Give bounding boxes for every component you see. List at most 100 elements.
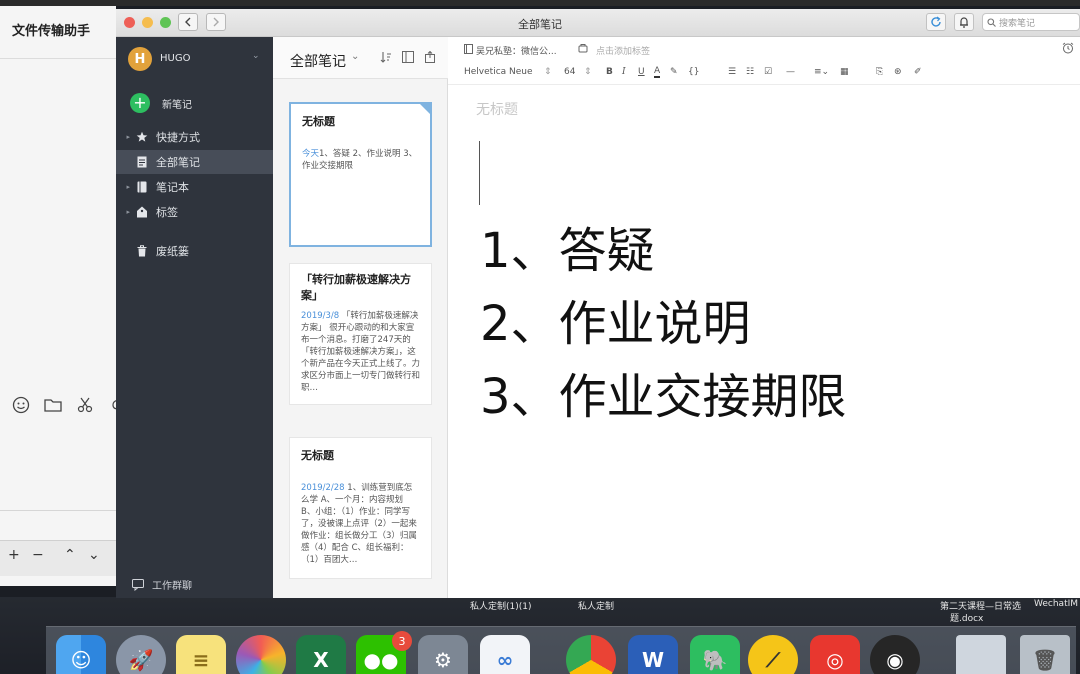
expand-caret-icon[interactable]: ▸ bbox=[116, 208, 130, 216]
bullet-list-icon[interactable]: ☰ bbox=[728, 67, 736, 77]
word-icon[interactable]: W bbox=[628, 635, 678, 674]
note-title-input[interactable]: 无标题 bbox=[476, 99, 518, 119]
numbered-list-icon[interactable]: ☷ bbox=[746, 67, 754, 77]
bold-icon[interactable]: B bbox=[606, 67, 613, 77]
note-list-header: 全部笔记 ⌄ bbox=[273, 37, 448, 79]
note-summary-text: 1、训练营到底怎么学 A、一个月：内容规划 B、小组：（1）作业：同学写了，没被… bbox=[301, 483, 417, 565]
note-title: 无标题 bbox=[302, 115, 335, 128]
add-tag-field[interactable]: 点击添加标签 bbox=[596, 44, 650, 57]
notebook-icon bbox=[464, 44, 473, 57]
evernote-icon[interactable]: 🐘 bbox=[690, 635, 740, 674]
tag-icon bbox=[136, 206, 148, 218]
code-icon[interactable]: {} bbox=[688, 67, 699, 77]
notes-app-icon[interactable]: ≡ bbox=[176, 635, 226, 674]
sidebar-item-label: 全部笔记 bbox=[156, 156, 200, 169]
account-name[interactable]: HUGO bbox=[160, 53, 190, 64]
table-icon[interactable]: ▦ bbox=[840, 67, 849, 77]
avatar[interactable]: H bbox=[128, 47, 152, 71]
highlight-icon[interactable]: ✎ bbox=[670, 67, 678, 77]
note-summary-text: 「转行加薪极速解决方案」 很开心跟动的和大家宣布一个消息。打磨了247天的「转行… bbox=[301, 311, 421, 393]
desktop-file-label-line2[interactable]: 题.docx bbox=[950, 611, 983, 624]
up-button[interactable]: ⌃ bbox=[64, 547, 76, 563]
add-button[interactable]: + bbox=[8, 547, 20, 563]
sidebar-item-trash[interactable]: 废纸篓 bbox=[116, 239, 273, 263]
note-title: 「转行加薪极速解决方案」 bbox=[301, 273, 411, 302]
trash-icon[interactable]: 🗑 bbox=[1020, 635, 1070, 674]
align-icon[interactable]: ≡⌄ bbox=[814, 67, 829, 77]
down-button[interactable]: ⌄ bbox=[88, 547, 100, 563]
link-icon[interactable]: ⊛ bbox=[894, 67, 902, 77]
attachment-icon[interactable]: ⎘ bbox=[876, 67, 883, 77]
note-card[interactable]: 无标题 2019/2/28 1、训练营到底怎么学 A、一个月：内容规划 B、小组… bbox=[289, 437, 432, 579]
note-list-pane: 全部笔记 ⌄ 无标题 今天1、答疑 2、作业说明 3、作业交接期限 「转行加薪极… bbox=[273, 37, 448, 598]
horizontal-rule-icon[interactable]: — bbox=[786, 67, 795, 77]
note-body-line[interactable]: 1、答疑 bbox=[480, 223, 655, 279]
folder-icon[interactable] bbox=[44, 396, 62, 414]
screenshot-thumbnail-icon[interactable] bbox=[956, 635, 1006, 674]
chevron-down-icon[interactable]: ⌄ bbox=[351, 51, 359, 62]
star-icon bbox=[136, 131, 148, 143]
sync-icon[interactable] bbox=[926, 13, 946, 31]
excel-icon[interactable]: X bbox=[296, 635, 346, 674]
sort-icon[interactable] bbox=[379, 50, 393, 64]
desktop-file-label[interactable]: 私人定制 bbox=[578, 599, 614, 612]
note-summary-text: 1、答疑 2、作业说明 3、作业交接期限 bbox=[302, 149, 418, 171]
sidebar-item-tags[interactable]: ▸ 标签 bbox=[116, 200, 273, 224]
note-summary: 2019/2/28 1、训练营到底怎么学 A、一个月：内容规划 B、小组：（1）… bbox=[301, 482, 420, 566]
system-preferences-icon[interactable]: ⚙ bbox=[418, 635, 468, 674]
sidebar-item-label: 笔记本 bbox=[156, 181, 189, 194]
scissors-icon[interactable] bbox=[76, 396, 94, 414]
trash-icon bbox=[136, 245, 148, 257]
chevron-down-icon[interactable]: ⌄ bbox=[252, 51, 260, 61]
remove-button[interactable]: − bbox=[32, 547, 44, 563]
chevron-updown-icon[interactable]: ⇕ bbox=[544, 67, 552, 77]
bell-icon[interactable] bbox=[954, 13, 974, 31]
new-note-label: 新笔记 bbox=[162, 99, 192, 111]
note-body-line[interactable]: 3、作业交接期限 bbox=[480, 369, 847, 425]
emoji-icon[interactable] bbox=[12, 396, 30, 414]
font-family-select[interactable]: Helvetica Neue bbox=[464, 67, 533, 77]
expand-caret-icon[interactable]: ▸ bbox=[116, 133, 130, 141]
notification-badge: 3 bbox=[392, 631, 412, 651]
checkbox-list-icon[interactable]: ☑ bbox=[764, 67, 772, 77]
format-toolbar: Helvetica Neue ⇕ 64 ⇕ B I U A ✎ {} ☰ ☷ ☑… bbox=[448, 61, 1080, 85]
desktop-file-label[interactable]: 私人定制(1)(1) bbox=[470, 599, 532, 612]
note-body-line[interactable]: 2、作业说明 bbox=[480, 296, 751, 352]
font-size-select[interactable]: 64 bbox=[564, 67, 575, 77]
alarm-icon[interactable] bbox=[1062, 42, 1074, 57]
note-date: 2019/3/8 bbox=[301, 311, 340, 321]
baidu-netdisk-icon[interactable]: ∞ bbox=[480, 635, 530, 674]
new-note-button[interactable]: + 新笔记 bbox=[130, 93, 192, 113]
expand-caret-icon[interactable]: ▸ bbox=[116, 183, 130, 191]
share-icon[interactable] bbox=[423, 50, 437, 64]
work-chat-button[interactable]: 工作群聊 bbox=[132, 577, 192, 592]
note-card-selected[interactable]: 无标题 今天1、答疑 2、作业说明 3、作业交接期限 bbox=[289, 102, 432, 247]
note-card[interactable]: 「转行加薪极速解决方案」 2019/3/8 「转行加薪极速解决方案」 很开心跟动… bbox=[289, 263, 432, 405]
sidebar: H HUGO ⌄ + 新笔记 ▸ 快捷方式 全部笔记 ▸ 笔记本 ▸ 标签 废纸… bbox=[116, 37, 273, 598]
note-summary: 2019/3/8 「转行加薪极速解决方案」 很开心跟动的和大家宣布一个消息。打磨… bbox=[301, 310, 420, 394]
note-icon bbox=[136, 156, 148, 168]
wechat-window: 文件传输助手 + − ⌃ ⌄ bbox=[0, 6, 122, 586]
note-title: 无标题 bbox=[301, 449, 334, 462]
view-layout-icon[interactable] bbox=[401, 50, 415, 64]
italic-icon[interactable]: I bbox=[622, 67, 626, 77]
netease-music-icon[interactable]: ◎ bbox=[810, 635, 860, 674]
notebook-icon bbox=[136, 181, 148, 193]
sidebar-item-notebooks[interactable]: ▸ 笔记本 bbox=[116, 175, 273, 199]
desktop-file-label[interactable]: WechatIM bbox=[1034, 599, 1078, 609]
notebook-selector[interactable]: 吴兄私塾：微信公... bbox=[476, 44, 557, 57]
sidebar-item-shortcuts[interactable]: ▸ 快捷方式 bbox=[116, 125, 273, 149]
underline-icon[interactable]: U bbox=[638, 67, 645, 77]
annotate-icon[interactable]: ✐ bbox=[914, 67, 922, 77]
input-divider bbox=[0, 510, 116, 511]
sidebar-item-all-notes[interactable]: 全部笔记 bbox=[116, 150, 273, 174]
search-placeholder: 搜索笔记 bbox=[999, 18, 1036, 29]
sidebar-item-label: 快捷方式 bbox=[156, 131, 200, 144]
search-field[interactable]: 搜索笔记 bbox=[982, 13, 1080, 31]
note-list-title[interactable]: 全部笔记 bbox=[290, 51, 346, 71]
notes-app-window: 全部笔记 搜索笔记 H HUGO ⌄ + 新笔记 ▸ 快捷方式 全部笔记 ▸ 笔 bbox=[116, 9, 1080, 598]
chevron-updown-icon[interactable]: ⇕ bbox=[584, 67, 592, 77]
text-color-icon[interactable]: A bbox=[654, 67, 661, 78]
finder-icon[interactable]: ☺ bbox=[56, 635, 106, 674]
sidebar-item-label: 废纸篓 bbox=[156, 245, 189, 258]
